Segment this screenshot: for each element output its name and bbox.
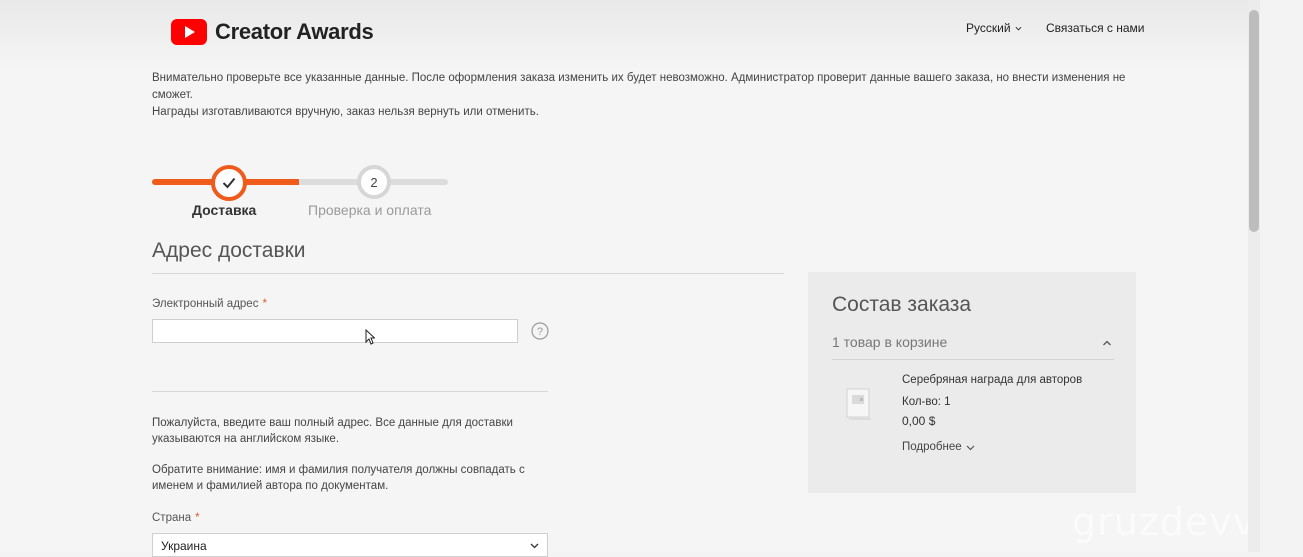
brand-name: Creator Awards	[215, 19, 374, 44]
youtube-play-icon	[171, 19, 207, 45]
country-value: Украина	[161, 539, 207, 553]
details-label: Подробнее	[902, 441, 962, 453]
window-edge	[1260, 0, 1303, 552]
address-info-text: Пожалуйста, введите ваш полный адрес. Вс…	[152, 417, 513, 445]
contact-us-link[interactable]: Связаться с нами	[1046, 21, 1144, 35]
chevron-down-icon	[530, 543, 539, 549]
step-1-complete[interactable]	[211, 165, 247, 201]
notice-line-1: Внимательно проверьте все указанные данн…	[152, 72, 1126, 101]
summary-divider	[832, 359, 1114, 360]
section-title-delivery-address: Адрес доставки	[152, 239, 306, 262]
checkmark-icon	[222, 177, 236, 189]
product-name: Серебряная награда для авторов	[902, 374, 1083, 386]
notice-line-2: Награды изготавливаются вручную, заказ н…	[152, 106, 539, 118]
creator-awards-logo[interactable]: Creator Awards	[171, 19, 374, 45]
country-select[interactable]: Украина	[152, 533, 548, 557]
svg-text:?: ?	[537, 326, 543, 338]
step-1-label: Доставка	[192, 202, 257, 218]
country-label: Страна *	[152, 512, 200, 524]
mouse-pointer-icon	[365, 329, 375, 345]
help-icon[interactable]: ?	[531, 322, 549, 340]
scrollbar-thumb[interactable]	[1249, 10, 1259, 232]
details-toggle[interactable]: Подробнее	[902, 441, 975, 453]
order-summary-panel: Состав заказа 1 товар в корзине Серебрян…	[808, 272, 1136, 493]
chevron-up-icon	[1103, 340, 1111, 346]
language-selector[interactable]: Русский	[966, 21, 1022, 35]
product-quantity: Кол-во: 1	[902, 396, 951, 408]
order-notice: Внимательно проверьте все указанные данн…	[152, 70, 1152, 121]
chevron-down-icon	[966, 445, 975, 450]
chevron-down-icon	[1015, 26, 1022, 31]
cart-item-count: 1 товар в корзине	[832, 334, 948, 350]
required-mark: *	[262, 298, 267, 310]
required-mark: *	[195, 512, 200, 524]
checkout-stepper: 2 Доставка Проверка и оплата	[152, 164, 452, 224]
section-divider	[152, 273, 784, 274]
product-price: 0,00 $	[902, 414, 936, 428]
email-input[interactable]	[152, 319, 518, 343]
cart-toggle[interactable]: 1 товар в корзине	[832, 334, 1114, 358]
form-divider	[152, 391, 548, 392]
language-label: Русский	[966, 21, 1011, 35]
silver-award-thumbnail	[846, 388, 871, 420]
step-2-indicator[interactable]: 2	[357, 165, 391, 199]
email-label: Электронный адрес *	[152, 298, 267, 310]
step-2-label: Проверка и оплата	[308, 202, 432, 218]
name-note-text: Обратите внимание: имя и фамилия получат…	[152, 464, 525, 492]
order-summary-title: Состав заказа	[832, 293, 972, 316]
